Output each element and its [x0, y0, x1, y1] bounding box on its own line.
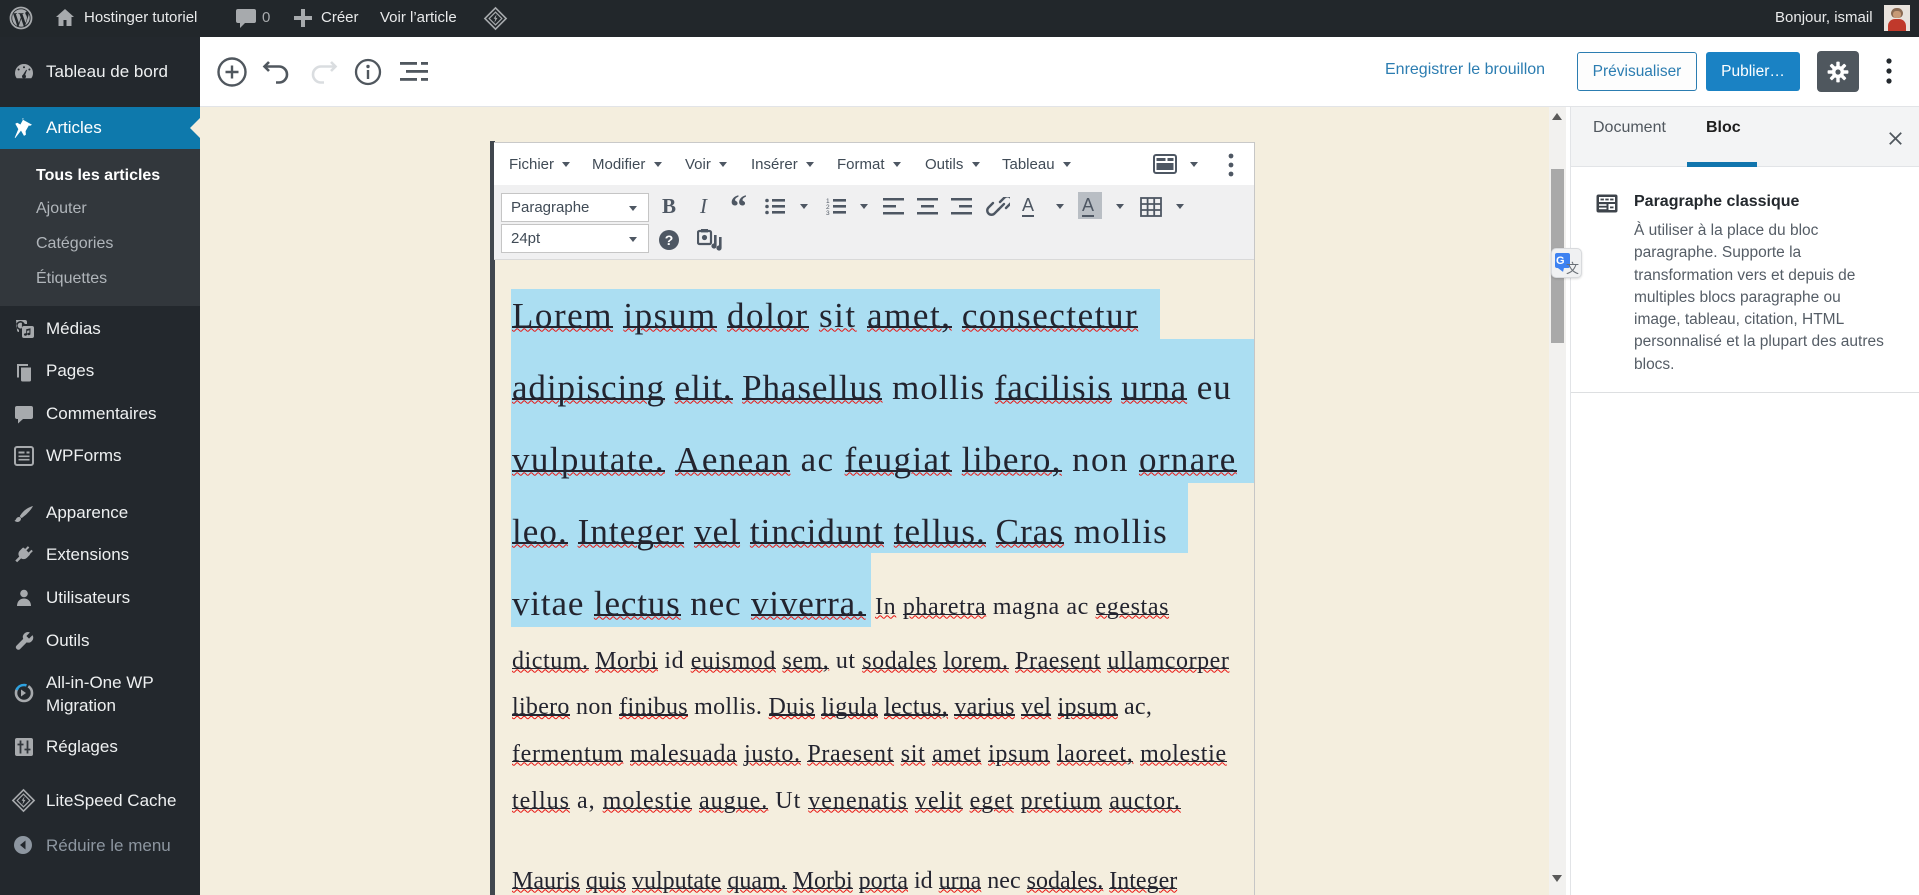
svg-text:?: ? [665, 232, 674, 248]
svg-text:3: 3 [826, 210, 830, 215]
